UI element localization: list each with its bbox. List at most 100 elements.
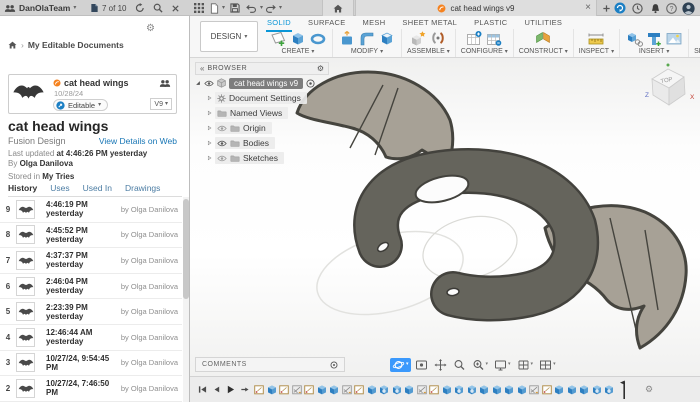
breadcrumb[interactable]: › My Editable Documents (8, 40, 124, 50)
shell-icon[interactable] (378, 30, 396, 47)
job-status-icon[interactable] (614, 2, 626, 14)
browser-item-document-settings[interactable]: Document Settings (207, 91, 329, 105)
timeline-feature-hole[interactable] (379, 384, 389, 395)
look-at-tool[interactable] (413, 358, 430, 372)
tab-drawings[interactable]: Drawings (125, 182, 160, 196)
ribbon-group-label[interactable]: CONFIGURE▾ (461, 48, 508, 55)
history-row[interactable]: 310/27/24, 9:54:45 PMby Olga Danilova (0, 351, 182, 377)
ribbon-group-label[interactable]: ASSEMBLE▾ (407, 48, 450, 55)
timeline-feature-solid[interactable] (492, 384, 502, 395)
history-row[interactable]: 210/27/24, 7:46:50 PMby Olga Danilova (0, 376, 182, 402)
construct-plane-icon[interactable] (534, 30, 552, 47)
close-panel-icon[interactable] (171, 4, 180, 13)
history-clock-icon[interactable] (632, 3, 643, 14)
search-icon[interactable] (153, 3, 163, 13)
press-pull-icon[interactable] (338, 30, 356, 47)
expand-icon[interactable] (207, 155, 212, 161)
ribbon-group-label[interactable]: SELECT▾ (694, 48, 700, 55)
breadcrumb-folder[interactable]: My Editable Documents (28, 40, 124, 50)
timeline-feature-op[interactable] (292, 384, 302, 395)
visibility-eye-icon[interactable] (204, 80, 214, 87)
activate-component-icon[interactable] (306, 79, 315, 88)
timeline-feature-sketch[interactable] (279, 384, 289, 395)
timeline-feature-hole[interactable] (592, 384, 602, 395)
timeline-feature-solid[interactable] (317, 384, 327, 395)
browser-root-label[interactable]: cat head wings v9 (229, 78, 303, 89)
timeline-feature-op[interactable] (529, 384, 539, 395)
timeline-feature-sketch[interactable] (542, 384, 552, 395)
solid-box-icon[interactable] (289, 30, 307, 47)
history-row[interactable]: 74:37:37 PM yesterdayby Olga Danilova (0, 248, 182, 274)
panel-settings-gear-icon[interactable]: ⚙ (146, 24, 155, 34)
browser-header[interactable]: « BROWSER ⚙ (195, 62, 329, 75)
timeline-feature-solid[interactable] (267, 384, 277, 395)
history-row[interactable]: 62:46:04 PM yesterdayby Olga Danilova (0, 274, 182, 300)
document-card[interactable]: cat head wings 10/28/24 Editable ▾ V9 ▾ (8, 74, 177, 114)
eye-icon[interactable] (217, 140, 227, 147)
insert-derive-icon[interactable] (625, 30, 643, 47)
browser-item-bodies[interactable]: Bodies (207, 136, 329, 150)
config-insert-icon[interactable] (485, 30, 503, 47)
timeline-feature-hole[interactable] (454, 384, 464, 395)
timeline-feature-solid[interactable] (567, 384, 577, 395)
zoom-fit-tool[interactable]: ▾ (470, 358, 491, 372)
help-icon[interactable]: ? (666, 3, 677, 14)
expand-icon[interactable] (207, 140, 212, 146)
editable-badge[interactable]: Editable ▾ (53, 99, 108, 111)
browser-root-item[interactable]: cat head wings v9 (195, 76, 329, 90)
save-icon[interactable] (230, 3, 240, 13)
play-icon[interactable] (226, 385, 235, 394)
measure-icon[interactable] (587, 30, 605, 47)
ribbon-group-label[interactable]: MODIFY▾ (351, 48, 383, 55)
workspace-dropdown[interactable]: DESIGN ▾ (200, 21, 258, 52)
pan-tool[interactable] (432, 358, 449, 372)
fillet-icon[interactable] (358, 30, 376, 47)
history-row[interactable]: 52:23:39 PM yesterdayby Olga Danilova (0, 299, 182, 325)
undo-button[interactable]: ▾ (246, 0, 263, 16)
joint-icon[interactable] (429, 30, 447, 47)
browser-gear-icon[interactable]: ⚙ (317, 65, 324, 73)
timeline-feature-sketch[interactable] (354, 384, 364, 395)
history-row[interactable]: 94:46:19 PM yesterdayby Olga Danilova (0, 197, 182, 223)
collaborators-icon[interactable] (159, 79, 171, 88)
viewports-tool[interactable]: ▾ (537, 358, 558, 372)
create-sketch-icon[interactable] (269, 30, 287, 47)
history-row[interactable]: 84:45:52 PM yesterdayby Olga Danilova (0, 223, 182, 249)
expand-icon[interactable] (207, 110, 212, 116)
step-back-icon[interactable] (212, 385, 221, 394)
timeline-feature-sketch[interactable] (254, 384, 264, 395)
team-switcher[interactable]: DanOlaTeam ▾ (4, 0, 76, 16)
version-counter[interactable]: 7 of 10 (90, 0, 126, 16)
new-tab-icon[interactable] (602, 4, 611, 13)
timeline-feature-solid[interactable] (329, 384, 339, 395)
collapse-panel-icon[interactable]: « (200, 65, 204, 73)
zoom-tool[interactable] (451, 358, 468, 372)
insert-element-icon[interactable] (645, 30, 663, 47)
eyelight-icon[interactable] (217, 155, 227, 162)
view-details-link[interactable]: View Details on Web (99, 136, 177, 146)
redo-button[interactable]: ▾ (265, 0, 282, 16)
timeline-feature-op[interactable] (417, 384, 427, 395)
step-forward-icon[interactable] (240, 385, 249, 394)
timeline-feature-op[interactable] (342, 384, 352, 395)
timeline-feature-solid[interactable] (442, 384, 452, 395)
viewport-canvas[interactable]: « BROWSER ⚙ cat head wings v9 Document S… (190, 58, 700, 376)
display-settings-tool[interactable]: ▾ (492, 358, 513, 372)
timeline-feature-solid[interactable] (554, 384, 564, 395)
app-grid-icon[interactable] (194, 3, 204, 13)
comments-options-icon[interactable] (330, 361, 338, 369)
browser-item-sketches[interactable]: Sketches (207, 151, 329, 165)
file-menu[interactable]: ▾ (210, 0, 225, 16)
expand-icon[interactable] (207, 95, 212, 101)
timeline-settings-gear-icon[interactable]: ⚙ (645, 385, 653, 394)
ribbon-group-label[interactable]: CONSTRUCT▾ (519, 48, 568, 55)
comments-bar[interactable]: COMMENTS (195, 357, 345, 372)
ribbon-group-label[interactable]: INSPECT▾ (579, 48, 614, 55)
timeline-feature-hole[interactable] (467, 384, 477, 395)
grid-settings-tool[interactable]: ▾ (515, 358, 536, 372)
scrollbar-thumb[interactable] (183, 199, 189, 299)
timeline-feature-hole[interactable] (604, 384, 614, 395)
user-avatar[interactable] (682, 2, 695, 15)
refresh-icon[interactable] (135, 3, 145, 13)
timeline-feature-hole[interactable] (392, 384, 402, 395)
